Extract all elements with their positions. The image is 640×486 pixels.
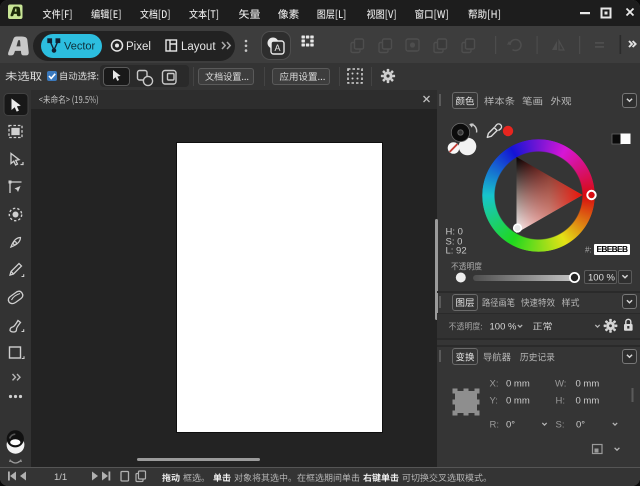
svg-text:100 %: 100 % <box>490 322 517 333</box>
svg-text:H:: H: <box>556 396 566 407</box>
svg-text:X:: X: <box>490 379 499 390</box>
svg-text:EBEBEB: EBEBEB <box>597 244 629 254</box>
svg-text:Vector: Vector <box>64 41 96 53</box>
svg-text:S:: S: <box>556 420 565 431</box>
svg-text:Pixel: Pixel <box>126 41 151 53</box>
svg-text:0 mm: 0 mm <box>506 396 530 407</box>
svg-text:0°: 0° <box>576 420 585 431</box>
svg-text:100 %: 100 % <box>588 273 615 284</box>
svg-text:0°: 0° <box>506 420 515 431</box>
svg-text:A: A <box>274 43 280 53</box>
svg-text:1/1: 1/1 <box>54 472 67 483</box>
svg-text:0 mm: 0 mm <box>576 379 600 390</box>
svg-text:R:: R: <box>490 420 500 431</box>
svg-text:Layout: Layout <box>181 41 216 53</box>
svg-text:W:: W: <box>555 379 566 390</box>
svg-text:L: 92: L: 92 <box>446 246 467 257</box>
svg-text:0 mm: 0 mm <box>576 396 600 407</box>
svg-text:#:: #: <box>585 246 592 255</box>
svg-text:0 mm: 0 mm <box>506 379 530 390</box>
svg-text:Y:: Y: <box>490 396 498 407</box>
